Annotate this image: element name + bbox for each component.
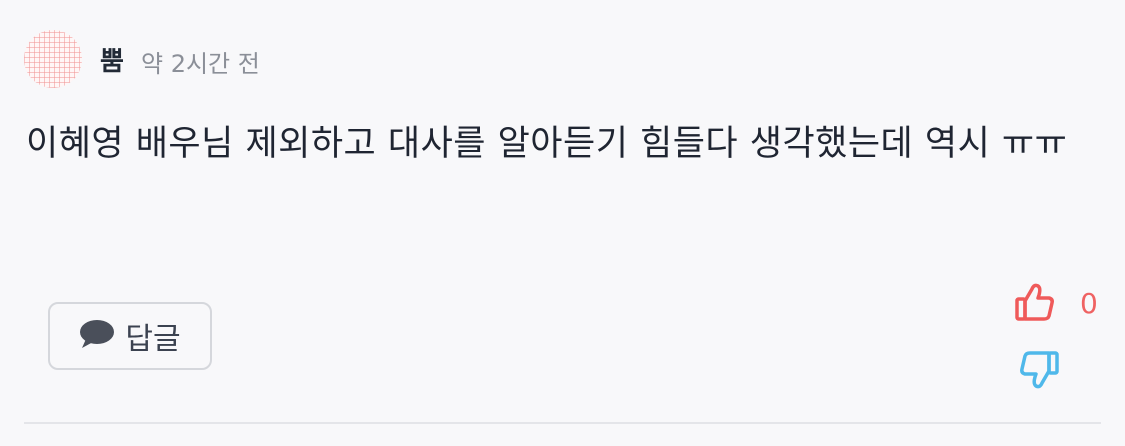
avatar[interactable] — [24, 30, 82, 88]
thumbs-up-icon — [1014, 281, 1056, 327]
dislike-button[interactable] — [1018, 349, 1060, 395]
comment-author[interactable]: 뿜 — [100, 44, 124, 80]
speech-bubble-icon — [79, 318, 115, 354]
divider — [24, 422, 1101, 424]
like-count: 0 — [1080, 287, 1098, 320]
thumbs-down-icon — [1018, 351, 1060, 395]
like-button[interactable]: 0 — [1014, 281, 1098, 327]
comment-text: 이혜영 배우님 제외하고 대사를 알아듣기 힘들다 생각했는데 역시 ㅠㅠ — [26, 124, 1068, 164]
reply-label: 답글 — [125, 322, 181, 357]
reply-button[interactable]: 답글 — [48, 302, 212, 370]
comment-time: 약 2시간 전 — [141, 50, 260, 78]
